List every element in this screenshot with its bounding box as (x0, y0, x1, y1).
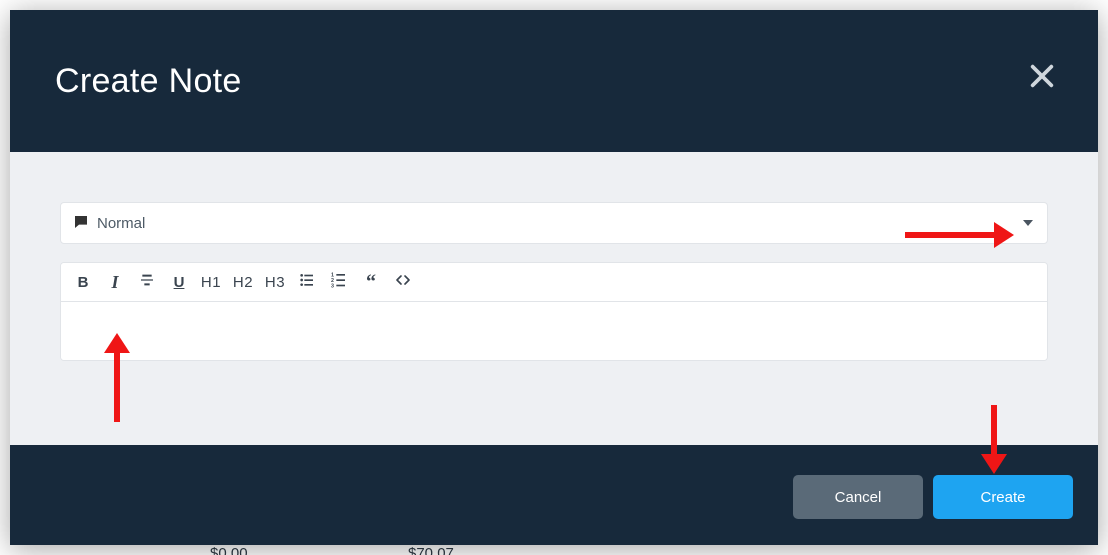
annotation-arrow-type-caret (905, 232, 1000, 238)
caret-down-icon (1023, 220, 1033, 226)
list-ul-icon (299, 272, 315, 292)
h2-button[interactable]: H2 (231, 269, 255, 295)
page-backdrop: $0.00 $70.07 Create Note Normal B (0, 0, 1108, 555)
modal-footer: Cancel Create (10, 445, 1098, 545)
create-note-modal: Create Note Normal B I (10, 10, 1098, 545)
quote-icon: “ (366, 271, 376, 294)
close-icon (1024, 62, 1060, 90)
note-content-input[interactable] (61, 302, 1047, 360)
underline-button[interactable]: U (167, 269, 191, 295)
note-type-select[interactable]: Normal (60, 202, 1048, 244)
annotation-arrow-editor (114, 347, 120, 422)
ordered-list-button[interactable]: 123 (327, 269, 351, 295)
modal-body: Normal B I U H1 H2 H3 (10, 152, 1098, 445)
code-block-button[interactable] (391, 269, 415, 295)
close-button[interactable] (1024, 62, 1060, 98)
bold-button[interactable]: B (71, 269, 95, 295)
modal-title: Create Note (55, 62, 242, 101)
create-button[interactable]: Create (933, 475, 1073, 519)
note-type-label: Normal (97, 215, 145, 232)
note-editor: B I U H1 H2 H3 (60, 262, 1048, 361)
modal-header: Create Note (10, 10, 1098, 152)
comment-icon (73, 214, 91, 232)
blockquote-button[interactable]: “ (359, 269, 383, 295)
bg-amount-b: $70.07 (408, 545, 454, 555)
bg-amount-a: $0.00 (210, 545, 248, 555)
strikethrough-icon (139, 272, 155, 292)
list-ol-icon: 123 (331, 272, 347, 292)
h3-button[interactable]: H3 (263, 269, 287, 295)
annotation-arrow-create (991, 405, 997, 460)
code-icon (395, 272, 411, 292)
strikethrough-button[interactable] (135, 269, 159, 295)
italic-button[interactable]: I (103, 269, 127, 295)
unordered-list-button[interactable] (295, 269, 319, 295)
svg-text:3: 3 (331, 283, 334, 288)
cancel-button[interactable]: Cancel (793, 475, 923, 519)
editor-toolbar: B I U H1 H2 H3 (61, 263, 1047, 302)
h1-button[interactable]: H1 (199, 269, 223, 295)
